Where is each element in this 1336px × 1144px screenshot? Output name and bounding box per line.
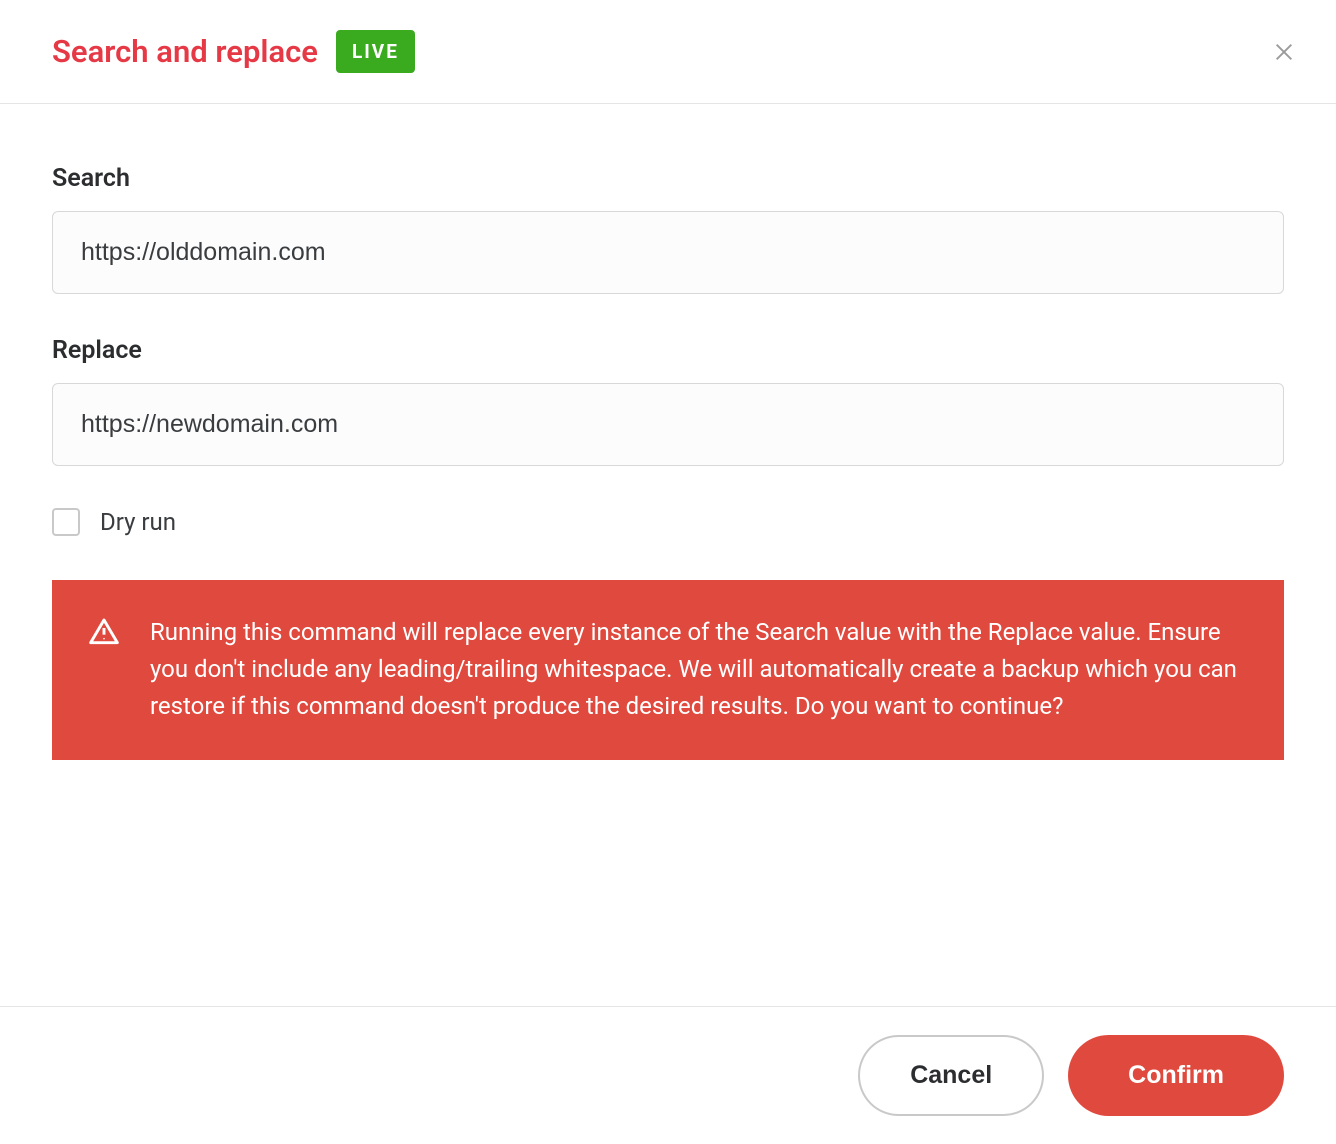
confirm-button[interactable]: Confirm [1068, 1035, 1284, 1116]
dry-run-checkbox[interactable] [52, 508, 80, 536]
search-label: Search [52, 164, 1284, 193]
close-button[interactable] [1270, 38, 1298, 66]
modal-header: Search and replace LIVE [0, 0, 1336, 104]
close-icon [1273, 41, 1295, 63]
warning-alert: Running this command will replace every … [52, 580, 1284, 760]
replace-input[interactable] [52, 383, 1284, 466]
search-input[interactable] [52, 211, 1284, 294]
modal-footer: Cancel Confirm [0, 1006, 1336, 1144]
search-field-group: Search [52, 164, 1284, 294]
page-title: Search and replace [52, 33, 318, 70]
warning-icon [88, 616, 120, 652]
live-badge: LIVE [336, 30, 415, 73]
dry-run-label[interactable]: Dry run [100, 508, 176, 536]
cancel-button[interactable]: Cancel [858, 1035, 1044, 1116]
dry-run-row: Dry run [52, 508, 1284, 536]
warning-message: Running this command will replace every … [150, 614, 1244, 726]
modal-content: Search Replace Dry run Running this comm… [0, 104, 1336, 810]
replace-field-group: Replace [52, 336, 1284, 466]
replace-label: Replace [52, 336, 1284, 365]
